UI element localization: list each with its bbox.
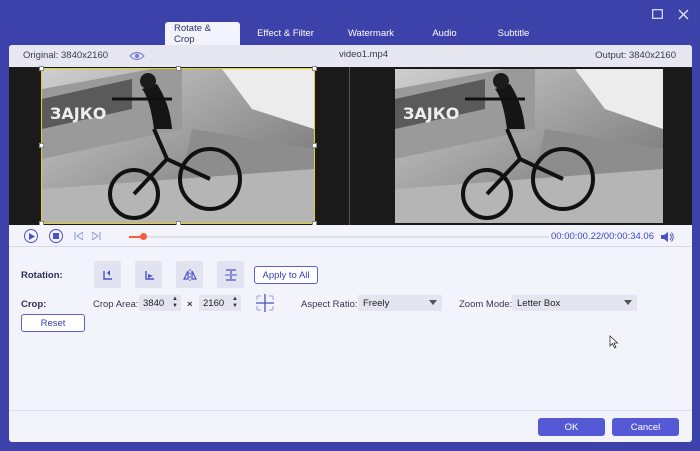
zoom-mode-label: Zoom Mode:: [459, 299, 513, 310]
rotate-right-icon: [144, 270, 154, 280]
rotate-left-icon: [102, 269, 112, 280]
svg-text:ЗАЈКО: ЗАЈКО: [403, 104, 459, 123]
zoom-mode-select[interactable]: Letter Box: [512, 295, 637, 311]
crop-width-input[interactable]: 3840 ▲ ▼: [139, 295, 181, 311]
crop-width-value: 3840: [143, 297, 165, 309]
playback-time: 00:00:00.22/00:00:34.06: [550, 231, 654, 242]
skip-forward-icon: [91, 232, 100, 240]
progress-knob[interactable]: [139, 233, 147, 240]
tab-audio[interactable]: Audio: [411, 22, 478, 45]
volume-button[interactable]: [660, 230, 674, 242]
tab-subtitle[interactable]: Subtitle: [478, 22, 549, 45]
tab-effect-filter[interactable]: Effect & Filter: [240, 22, 331, 45]
center-crop-button[interactable]: [254, 293, 276, 313]
rotation-label: Rotation:: [21, 270, 63, 281]
volume-icon: [661, 232, 674, 242]
preview-divider: [349, 67, 350, 225]
crop-handle-left[interactable]: [39, 143, 44, 148]
window-controls: [648, 6, 692, 22]
previous-frame-button[interactable]: [72, 230, 84, 242]
flip-vertical-icon: [224, 268, 237, 281]
crop-handle-top[interactable]: [176, 66, 181, 71]
ok-button[interactable]: OK: [538, 418, 605, 436]
crop-frame[interactable]: [39, 66, 317, 226]
player-controls: 00:00:00.22/00:00:34.06: [9, 225, 692, 247]
crop-height-input[interactable]: 2160 ▲ ▼: [199, 295, 241, 311]
progress-track[interactable]: [129, 233, 549, 240]
cancel-button[interactable]: Cancel: [612, 418, 679, 436]
maximize-icon: [651, 9, 663, 19]
output-video-preview: ЗАЈКО: [395, 69, 663, 223]
crop-area-label: Crop Area:: [93, 299, 139, 310]
footer-divider: [9, 410, 692, 411]
close-button[interactable]: [674, 6, 692, 22]
original-resolution: Original: 3840x2160: [23, 50, 109, 61]
rotate-left-button[interactable]: [94, 261, 121, 288]
crop-handle-right[interactable]: [312, 143, 317, 148]
apply-to-all-button[interactable]: Apply to All: [254, 266, 318, 284]
mouse-cursor-icon: [609, 335, 619, 349]
flip-horizontal-button[interactable]: [176, 261, 203, 288]
close-icon: [678, 9, 688, 19]
aspect-ratio-label: Aspect Ratio:: [301, 299, 358, 310]
crop-height-stepper[interactable]: ▲ ▼: [231, 296, 239, 310]
aspect-ratio-value: Freely: [363, 297, 390, 309]
rotate-crop-dialog: Rotate & Crop Effect & Filter Watermark …: [0, 0, 700, 451]
aspect-ratio-select[interactable]: Freely: [358, 295, 442, 311]
skip-back-icon: [74, 232, 83, 240]
rotate-right-button[interactable]: [135, 261, 162, 288]
reset-button[interactable]: Reset: [21, 314, 85, 332]
maximize-button[interactable]: [648, 6, 666, 22]
play-icon: [28, 232, 35, 240]
file-name: video1.mp4: [339, 49, 389, 60]
editor-panel: Original: 3840x2160 video1.mp4 Output: 3…: [9, 45, 692, 442]
editor-tabs: Rotate & Crop Effect & Filter Watermark …: [165, 22, 549, 45]
crosshair-icon: [256, 294, 274, 312]
output-resolution: Output: 3840x2160: [595, 50, 676, 61]
next-frame-button[interactable]: [90, 230, 102, 242]
tab-rotate-crop[interactable]: Rotate & Crop: [165, 22, 240, 45]
crop-handle-top-left[interactable]: [39, 66, 44, 71]
eye-icon: [129, 51, 145, 61]
video-preview-area: ЗАЈКО ЗАЈКО: [9, 66, 692, 226]
crop-height-value: 2160: [203, 297, 225, 309]
preview-toggle[interactable]: [129, 50, 145, 62]
flip-vertical-button[interactable]: [217, 261, 244, 288]
multiply-sign: ×: [187, 299, 193, 310]
video-info-bar: Original: 3840x2160 video1.mp4 Output: 3…: [9, 45, 692, 67]
crop-handle-top-right[interactable]: [312, 66, 317, 71]
chevron-down-icon: [429, 300, 437, 305]
crop-width-stepper[interactable]: ▲ ▼: [171, 296, 179, 310]
play-button[interactable]: [24, 229, 38, 243]
stop-icon: [53, 233, 59, 239]
crop-label: Crop:: [21, 299, 47, 310]
stop-button[interactable]: [49, 229, 63, 243]
zoom-mode-value: Letter Box: [517, 297, 561, 309]
tab-watermark[interactable]: Watermark: [331, 22, 411, 45]
video-frame-image: ЗАЈКО: [395, 69, 663, 223]
flip-horizontal-icon: [182, 268, 197, 281]
chevron-down-icon: [624, 300, 632, 305]
